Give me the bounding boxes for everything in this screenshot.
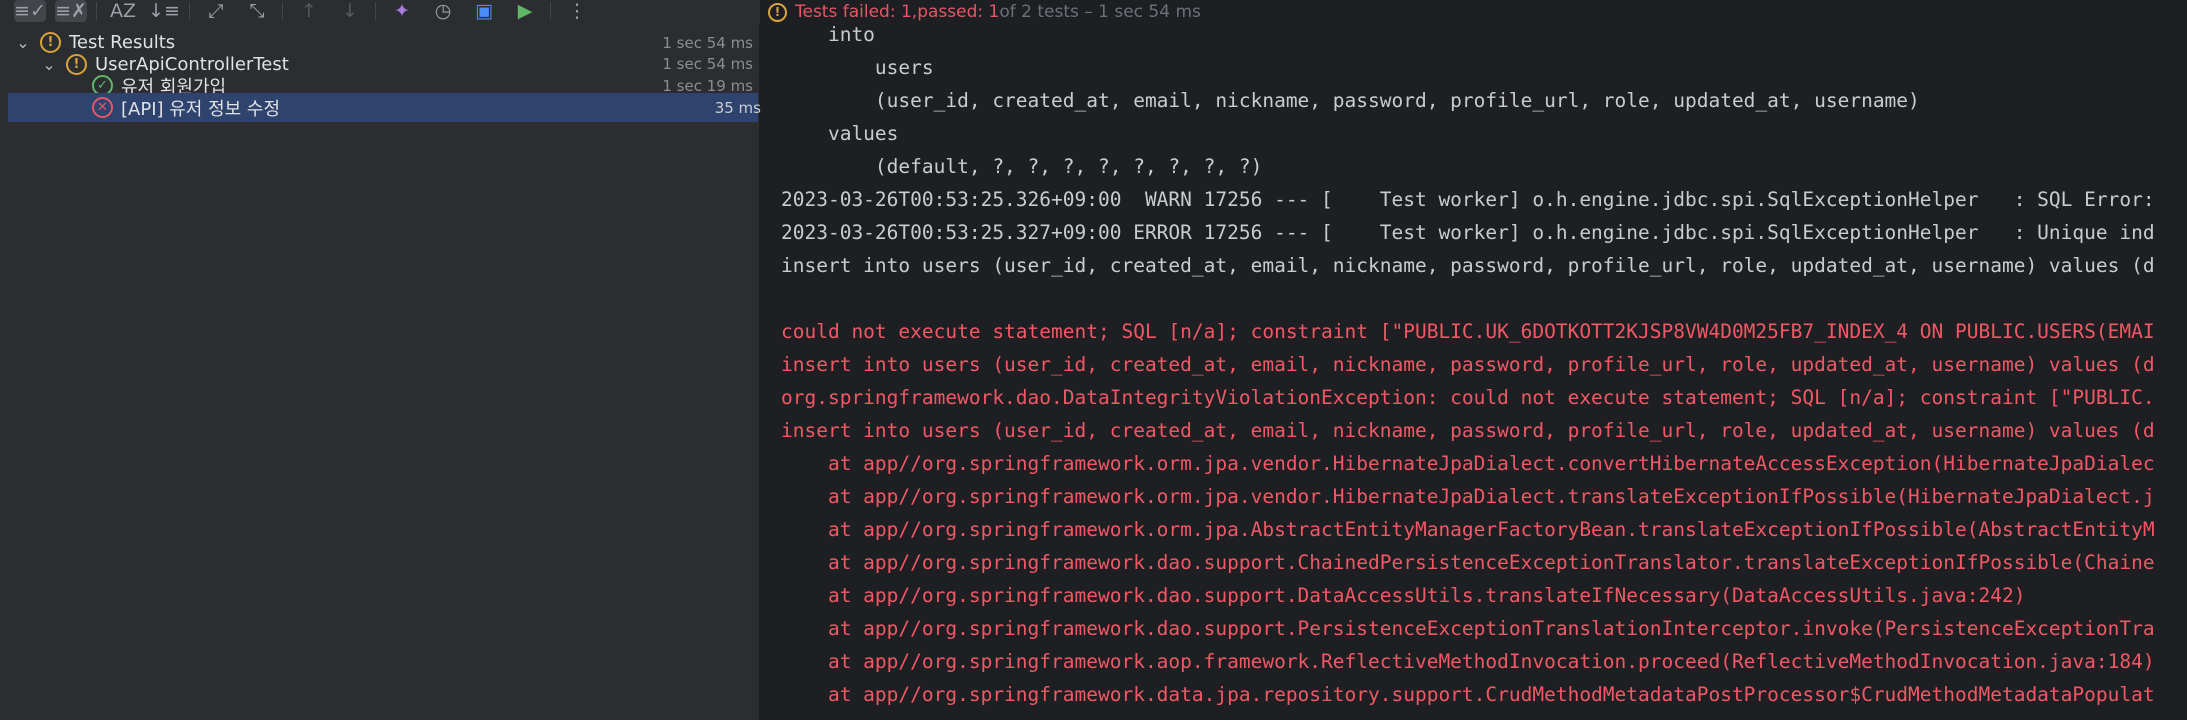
history-icon: ◷: [434, 0, 452, 22]
console-error-line: at app//org.springframework.dao.support.…: [781, 551, 2155, 574]
more-options-icon: ⋮: [567, 0, 587, 22]
show-passed-button[interactable]: ≡✓: [14, 0, 46, 22]
tree-item-duration: 35 ms: [714, 98, 761, 117]
show-ignored-button[interactable]: ≡✗: [55, 0, 87, 22]
console-error-line: at app//org.springframework.dao.support.…: [781, 617, 2155, 640]
console-line: 2023-03-26T00:53:25.326+09:00 WARN 17256…: [781, 188, 2155, 211]
sort-alphabetically-icon: AZ: [109, 0, 136, 22]
console-line: into: [781, 24, 875, 46]
warning-icon: !: [768, 2, 787, 22]
console-error-line: at app//org.springframework.orm.jpa.vend…: [781, 452, 2155, 475]
toolbar-separator: [282, 2, 283, 20]
test-tree-panel: ⌄! Test Results 1 sec 54 ms ⌄! UserApiContro…: [0, 24, 761, 720]
console-line: 2023-03-26T00:53:25.327+09:00 ERROR 1725…: [781, 221, 2155, 244]
console-error-line: at app//org.springframework.dao.support.…: [781, 584, 2026, 607]
pin-icon: ✦: [394, 0, 410, 22]
import-tests-button[interactable]: ▣: [468, 0, 500, 22]
console-error-line: insert into users (user_id, created_at, …: [781, 353, 2155, 376]
collapse-all-icon: ⤡: [249, 0, 265, 22]
sort-by-duration-icon: ↓≡: [148, 0, 180, 22]
show-passed-icon: ≡✓: [14, 0, 46, 22]
export-tests-button[interactable]: ▶: [509, 0, 541, 22]
tree-item-user-info-update[interactable]: ✕ [API] 유저 정보 수정 35 ms: [8, 93, 761, 123]
status-total: of 2 tests – 1 sec 54 ms: [999, 2, 1201, 22]
toolbar-separator: [189, 2, 190, 20]
tree-item-label: [API] 유저 정보 수정: [121, 98, 281, 120]
next-failed-icon: ↓: [342, 0, 358, 22]
previous-failed-icon: ↑: [301, 0, 317, 22]
sort-by-duration-button[interactable]: ↓≡: [148, 0, 180, 22]
status-failed-count: Tests failed: 1: [795, 2, 912, 22]
expand-all-icon: ⤢: [208, 0, 224, 22]
next-failed-button: ↓: [334, 0, 366, 22]
toolbar-separator: [550, 2, 551, 20]
console-error-line: at app//org.springframework.aop.framewor…: [781, 650, 2155, 673]
import-tests-icon: ▣: [475, 0, 493, 22]
console-error-line: at app//org.springframework.orm.jpa.vend…: [781, 485, 2155, 508]
console-line: insert into users (user_id, created_at, …: [781, 254, 2155, 277]
console-line: (user_id, created_at, email, nickname, p…: [781, 89, 1920, 112]
test-status-summary: ! Tests failed: 1 , passed: 1 of 2 tests…: [760, 0, 2187, 24]
console-error-line: could not execute statement; SQL [n/a]; …: [781, 320, 2155, 343]
console-error-line: at app//org.springframework.orm.jpa.Abst…: [781, 518, 2155, 541]
pin-button[interactable]: ✦: [386, 0, 418, 22]
failed-cross-icon: ✕: [92, 97, 113, 119]
collapse-all-button[interactable]: ⤡: [241, 0, 273, 22]
expand-all-button[interactable]: ⤢: [200, 0, 232, 22]
previous-failed-button: ↑: [293, 0, 325, 22]
toolbar-separator: [96, 2, 97, 20]
sort-alphabetically-button[interactable]: AZ: [107, 0, 139, 22]
test-runner-toolbar: ≡✓ ≡✗ AZ ↓≡ ⤢ ⤡ ↑ ↓ ✦ ◷ ▣ ▶ ⋮: [0, 0, 760, 24]
console-line: values: [781, 122, 899, 145]
show-ignored-icon: ≡✗: [55, 0, 87, 22]
console-error-line: insert into users (user_id, created_at, …: [781, 419, 2155, 442]
console-output[interactable]: into users (user_id, created_at, email, …: [760, 24, 2187, 720]
more-options-button[interactable]: ⋮: [561, 0, 593, 22]
console-line: users: [781, 56, 934, 79]
console-error-line: org.springframework.dao.DataIntegrityVio…: [781, 386, 2155, 409]
status-passed-count: passed: 1: [917, 2, 1000, 22]
console-line: (default, ?, ?, ?, ?, ?, ?, ?, ?): [781, 155, 1263, 178]
toolbar-separator: [375, 2, 376, 20]
console-error-line: at app//org.springframework.data.jpa.rep…: [781, 683, 2155, 706]
export-tests-icon: ▶: [517, 0, 533, 22]
history-button[interactable]: ◷: [427, 0, 459, 22]
